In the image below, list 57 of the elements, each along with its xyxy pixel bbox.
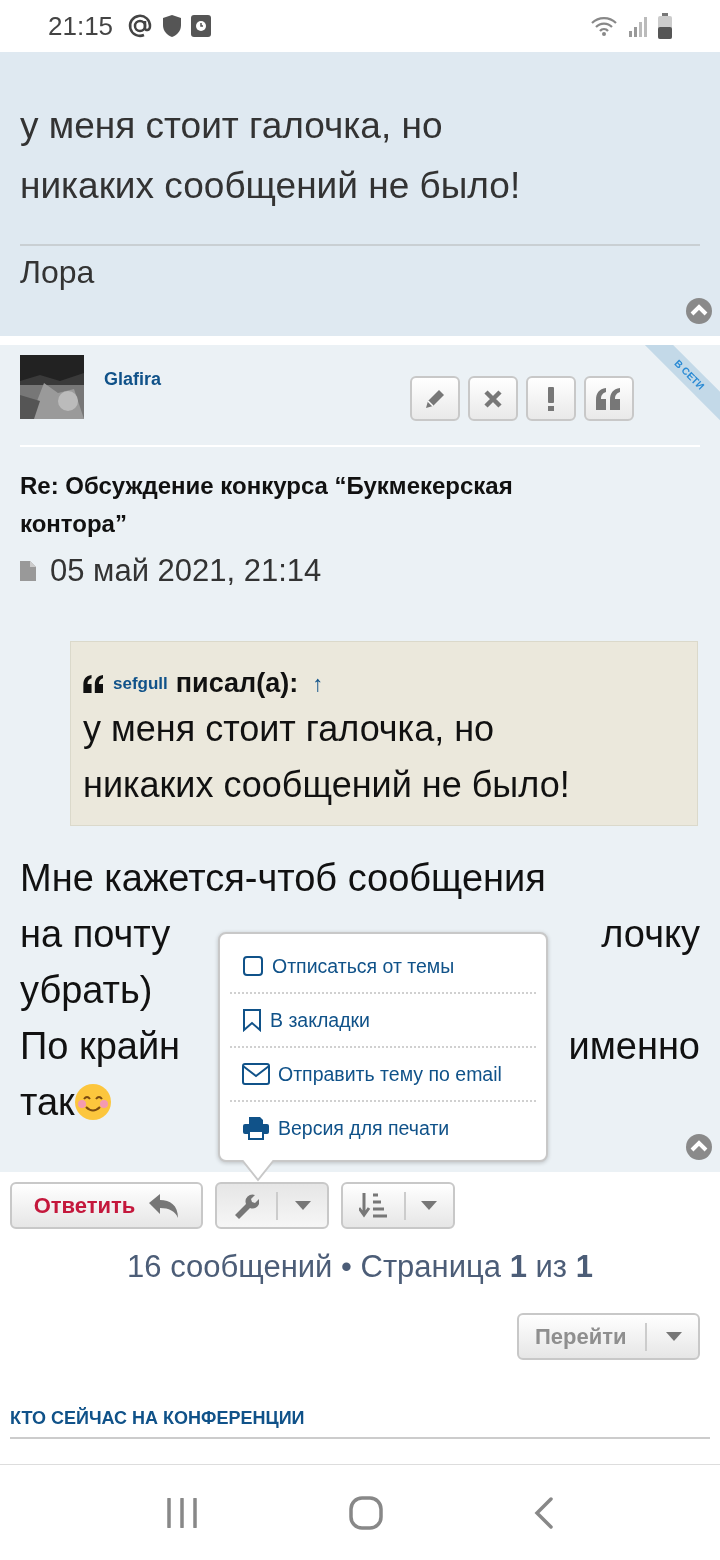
envelope-icon xyxy=(242,1063,270,1085)
report-button[interactable] xyxy=(526,376,576,421)
file-icon xyxy=(20,561,36,581)
menu-item[interactable]: Отписаться от темы xyxy=(230,940,536,994)
post-text: По крайн xyxy=(20,1024,181,1068)
sort-button[interactable] xyxy=(341,1182,455,1229)
recent-apps-icon[interactable] xyxy=(165,1497,198,1528)
shield-icon xyxy=(163,15,182,37)
scroll-up-icon[interactable] xyxy=(686,298,712,324)
reply-arrow-icon xyxy=(149,1193,180,1218)
wrench-icon xyxy=(233,1192,259,1219)
reply-button[interactable]: Ответить xyxy=(10,1182,203,1229)
quote-wrote-label: писал(а): xyxy=(175,668,299,699)
exclamation-icon xyxy=(547,386,555,411)
smiley-icon xyxy=(74,1084,111,1120)
quote-text: у меня стоит галочка, но никаких сообщений не было! xyxy=(83,707,571,807)
battery-icon xyxy=(658,13,672,39)
jump-to-post-link[interactable]: ↑ xyxy=(312,670,324,697)
tools-button[interactable] xyxy=(215,1182,329,1229)
clock-icon xyxy=(191,15,212,37)
status-time: 21:15 xyxy=(48,10,114,42)
post-title: Re: Обсуждение конкурса “Букмекерская контора” xyxy=(20,471,514,539)
bookmark-icon xyxy=(242,1008,262,1032)
edit-button[interactable] xyxy=(410,376,460,421)
quote-icon xyxy=(596,387,622,410)
sort-icon xyxy=(359,1192,389,1219)
back-icon[interactable] xyxy=(534,1496,555,1529)
section-heading: КТО СЕЙЧАС НА КОНФЕРЕНЦИИ xyxy=(10,1408,710,1439)
signature: Лора xyxy=(20,244,700,291)
menu-item[interactable]: В закладки xyxy=(230,994,536,1048)
checkbox-icon xyxy=(242,955,264,977)
post-text: лочку xyxy=(601,912,700,956)
quote-author-link[interactable]: sefgull xyxy=(113,673,168,694)
pagination-info: 16 сообщений • Страница 1 из 1 xyxy=(126,1249,594,1285)
quote-icon xyxy=(83,674,105,693)
post-text: именно xyxy=(568,1024,700,1068)
caret-icon xyxy=(421,1201,437,1210)
caret-icon xyxy=(666,1332,682,1341)
menu-item[interactable]: Версия для печати xyxy=(230,1102,536,1154)
scroll-up-icon[interactable] xyxy=(686,1134,712,1160)
menu-item[interactable]: Отправить тему по email xyxy=(230,1048,536,1102)
post-text: на почту xyxy=(20,912,171,956)
author-link[interactable]: Glafira xyxy=(104,369,162,390)
post-text: у меня стоит галочка, но никаких сообщений не было! xyxy=(20,104,522,208)
wifi-icon xyxy=(590,15,618,37)
at-sign-icon xyxy=(127,13,154,39)
post-text: так xyxy=(20,1080,75,1124)
close-icon xyxy=(483,388,503,409)
caret-icon xyxy=(295,1201,311,1210)
home-icon[interactable] xyxy=(349,1495,383,1530)
delete-button[interactable] xyxy=(468,376,518,421)
quote-button[interactable] xyxy=(584,376,634,421)
signal-icon xyxy=(628,15,648,37)
post-text: Мне кажется-чтоб сообщения xyxy=(20,856,546,900)
post-date: 05 май 2021, 21:14 xyxy=(50,553,322,589)
printer-icon xyxy=(242,1116,270,1140)
post-text: убрать) xyxy=(20,968,153,1012)
